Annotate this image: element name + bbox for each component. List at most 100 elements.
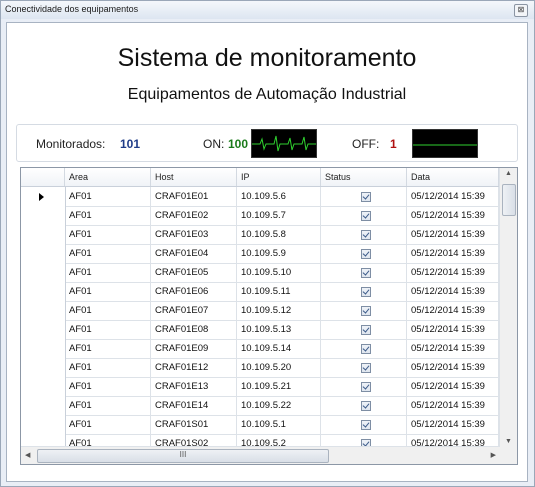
cell-status[interactable]: [321, 263, 407, 282]
cell-status[interactable]: [321, 377, 407, 396]
cell-area[interactable]: AF01: [65, 320, 151, 339]
horizontal-scrollbar[interactable]: ◀ III ▶: [21, 446, 500, 464]
cell-ip[interactable]: 10.109.5.11: [237, 282, 321, 301]
table-row[interactable]: AF01 CRAF01E05 10.109.5.10 05/12/2014 15:39: [21, 263, 499, 283]
cell-ip[interactable]: 10.109.5.13: [237, 320, 321, 339]
cell-area[interactable]: AF01: [65, 301, 151, 320]
cell-area[interactable]: AF01: [65, 377, 151, 396]
column-header-ip[interactable]: IP: [237, 168, 321, 186]
row-header[interactable]: [21, 377, 66, 396]
cell-status[interactable]: [321, 396, 407, 415]
cell-area[interactable]: AF01: [65, 225, 151, 244]
cell-data[interactable]: 05/12/2014 15:39: [407, 358, 499, 377]
cell-status[interactable]: [321, 339, 407, 358]
cell-host[interactable]: CRAF01E09: [151, 339, 237, 358]
row-header[interactable]: [21, 396, 66, 415]
vertical-scrollbar[interactable]: ▲ ▼: [499, 168, 517, 447]
scroll-right-icon[interactable]: ▶: [491, 451, 496, 459]
cell-area[interactable]: AF01: [65, 244, 151, 263]
table-row[interactable]: AF01 CRAF01E06 10.109.5.11 05/12/2014 15:39: [21, 282, 499, 302]
column-header-host[interactable]: Host: [151, 168, 237, 186]
checkbox-checked-icon[interactable]: [361, 268, 371, 278]
cell-data[interactable]: 05/12/2014 15:39: [407, 339, 499, 358]
cell-host[interactable]: CRAF01E04: [151, 244, 237, 263]
table-row[interactable]: AF01 CRAF01E01 10.109.5.6 05/12/2014 15:39: [21, 187, 499, 207]
row-header[interactable]: [21, 282, 66, 301]
checkbox-checked-icon[interactable]: [361, 230, 371, 240]
row-header[interactable]: [21, 320, 66, 339]
table-row[interactable]: AF01 CRAF01E03 10.109.5.8 05/12/2014 15:39: [21, 225, 499, 245]
table-row[interactable]: AF01 CRAF01E14 10.109.5.22 05/12/2014 15:39: [21, 396, 499, 416]
cell-data[interactable]: 05/12/2014 15:39: [407, 263, 499, 282]
close-icon[interactable]: ⊠: [514, 4, 528, 17]
column-header-status[interactable]: Status: [321, 168, 407, 186]
cell-host[interactable]: CRAF01E03: [151, 225, 237, 244]
column-header-data[interactable]: Data: [407, 168, 499, 186]
checkbox-checked-icon[interactable]: [361, 401, 371, 411]
cell-data[interactable]: 05/12/2014 15:39: [407, 396, 499, 415]
cell-data[interactable]: 05/12/2014 15:39: [407, 377, 499, 396]
cell-data[interactable]: 05/12/2014 15:39: [407, 301, 499, 320]
table-row[interactable]: AF01 CRAF01E13 10.109.5.21 05/12/2014 15:39: [21, 377, 499, 397]
cell-ip[interactable]: 10.109.5.6: [237, 187, 321, 206]
scroll-up-icon[interactable]: ▲: [505, 170, 512, 177]
cell-area[interactable]: AF01: [65, 263, 151, 282]
horizontal-scroll-thumb[interactable]: III: [37, 449, 329, 463]
cell-ip[interactable]: 10.109.5.12: [237, 301, 321, 320]
cell-ip[interactable]: 10.109.5.8: [237, 225, 321, 244]
cell-ip[interactable]: 10.109.5.22: [237, 396, 321, 415]
cell-ip[interactable]: 10.109.5.1: [237, 415, 321, 434]
cell-status[interactable]: [321, 187, 407, 206]
row-header[interactable]: [21, 206, 66, 225]
table-row[interactable]: AF01 CRAF01S01 10.109.5.1 05/12/2014 15:39: [21, 415, 499, 435]
checkbox-checked-icon[interactable]: [361, 287, 371, 297]
column-header-area[interactable]: Area: [65, 168, 151, 186]
checkbox-checked-icon[interactable]: [361, 192, 371, 202]
cell-host[interactable]: CRAF01E07: [151, 301, 237, 320]
cell-area[interactable]: AF01: [65, 396, 151, 415]
cell-data[interactable]: 05/12/2014 15:39: [407, 187, 499, 206]
cell-ip[interactable]: 10.109.5.10: [237, 263, 321, 282]
checkbox-checked-icon[interactable]: [361, 382, 371, 392]
checkbox-checked-icon[interactable]: [361, 325, 371, 335]
table-row[interactable]: AF01 CRAF01E07 10.109.5.12 05/12/2014 15:39: [21, 301, 499, 321]
cell-status[interactable]: [321, 225, 407, 244]
cell-host[interactable]: CRAF01E13: [151, 377, 237, 396]
cell-data[interactable]: 05/12/2014 15:39: [407, 415, 499, 434]
cell-area[interactable]: AF01: [65, 282, 151, 301]
cell-ip[interactable]: 10.109.5.20: [237, 358, 321, 377]
cell-ip[interactable]: 10.109.5.14: [237, 339, 321, 358]
checkbox-checked-icon[interactable]: [361, 344, 371, 354]
row-header[interactable]: [21, 187, 66, 206]
cell-host[interactable]: CRAF01E08: [151, 320, 237, 339]
cell-status[interactable]: [321, 301, 407, 320]
row-header[interactable]: [21, 263, 66, 282]
cell-data[interactable]: 05/12/2014 15:39: [407, 282, 499, 301]
cell-host[interactable]: CRAF01E06: [151, 282, 237, 301]
title-bar[interactable]: Conectividade dos equipamentos ⊠: [1, 1, 534, 19]
cell-ip[interactable]: 10.109.5.9: [237, 244, 321, 263]
checkbox-checked-icon[interactable]: [361, 211, 371, 221]
checkbox-checked-icon[interactable]: [361, 249, 371, 259]
equipment-grid[interactable]: Area Host IP Status Data AF01 CRAF01E01 10…: [20, 167, 518, 465]
scroll-left-icon[interactable]: ◀: [25, 451, 30, 459]
cell-data[interactable]: 05/12/2014 15:39: [407, 244, 499, 263]
cell-host[interactable]: CRAF01E02: [151, 206, 237, 225]
cell-area[interactable]: AF01: [65, 187, 151, 206]
table-row[interactable]: AF01 CRAF01E04 10.109.5.9 05/12/2014 15:39: [21, 244, 499, 264]
cell-ip[interactable]: 10.109.5.21: [237, 377, 321, 396]
row-header[interactable]: [21, 415, 66, 434]
cell-host[interactable]: CRAF01E12: [151, 358, 237, 377]
cell-area[interactable]: AF01: [65, 358, 151, 377]
cell-host[interactable]: CRAF01E14: [151, 396, 237, 415]
row-header[interactable]: [21, 358, 66, 377]
cell-data[interactable]: 05/12/2014 15:39: [407, 225, 499, 244]
checkbox-checked-icon[interactable]: [361, 306, 371, 316]
cell-host[interactable]: CRAF01S01: [151, 415, 237, 434]
row-header[interactable]: [21, 244, 66, 263]
cell-status[interactable]: [321, 320, 407, 339]
row-header[interactable]: [21, 301, 66, 320]
cell-host[interactable]: CRAF01E01: [151, 187, 237, 206]
cell-ip[interactable]: 10.109.5.7: [237, 206, 321, 225]
cell-host[interactable]: CRAF01E05: [151, 263, 237, 282]
